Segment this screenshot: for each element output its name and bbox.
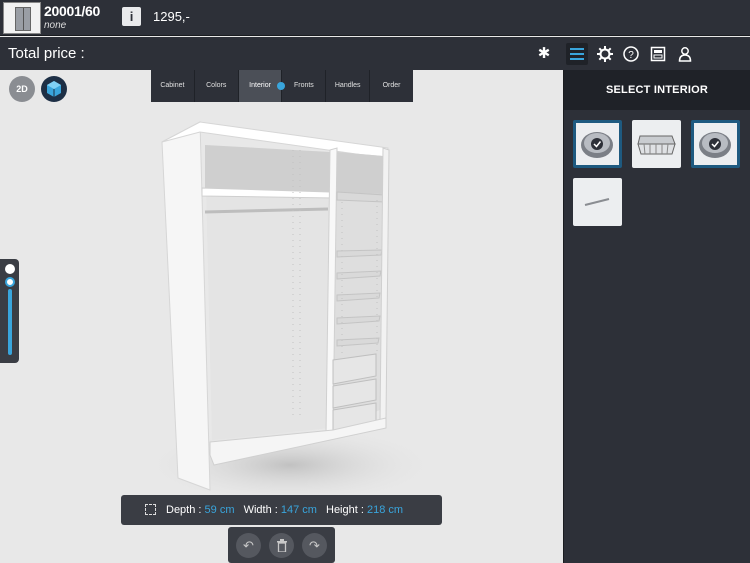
asterisk-icon[interactable]: ✱ bbox=[533, 43, 555, 65]
height-value[interactable]: 218 cm bbox=[367, 504, 403, 516]
print-icon[interactable] bbox=[647, 43, 669, 65]
width-label: Width : bbox=[243, 504, 278, 516]
interior-item-2[interactable] bbox=[632, 120, 681, 168]
play-icon[interactable] bbox=[5, 264, 15, 274]
depth-label: Depth : bbox=[166, 504, 202, 516]
slider-handle[interactable] bbox=[5, 277, 15, 287]
width-value[interactable]: 147 cm bbox=[281, 504, 317, 516]
gear-icon[interactable] bbox=[594, 43, 616, 65]
slider-track bbox=[8, 289, 12, 355]
top-bar: 20001/60 none i 1295,- bbox=[0, 0, 750, 36]
redo-button[interactable]: ↷ bbox=[302, 533, 327, 558]
interior-item-3[interactable] bbox=[691, 120, 740, 168]
info-button[interactable]: i bbox=[122, 7, 141, 26]
list-icon[interactable] bbox=[566, 43, 588, 65]
user-icon[interactable] bbox=[674, 43, 696, 65]
price-value: 1295,- bbox=[153, 9, 190, 24]
article-number: 20001/60 bbox=[44, 3, 100, 19]
dimension-icon bbox=[145, 504, 156, 515]
help-icon[interactable]: ? bbox=[620, 43, 642, 65]
delete-button[interactable] bbox=[269, 533, 294, 558]
3d-viewport[interactable]: 2D Cabinet Colors Interior Fronts Handles Ord… bbox=[0, 70, 563, 563]
article-subtitle: none bbox=[44, 20, 67, 31]
wardrobe-model[interactable] bbox=[0, 70, 563, 563]
toolbar: Total price : ✱ ? bbox=[0, 37, 750, 70]
svg-text:?: ? bbox=[628, 50, 634, 61]
interior-item-4[interactable] bbox=[573, 178, 622, 226]
height-label: Height : bbox=[326, 504, 364, 516]
undo-button[interactable]: ↶ bbox=[236, 533, 261, 558]
dimensions-bar: Depth : 59 cm Width : 147 cm Height : 21… bbox=[121, 495, 442, 525]
edit-actions: ↶ ↷ bbox=[228, 527, 335, 563]
interior-item-1[interactable] bbox=[573, 120, 622, 168]
zoom-slider[interactable] bbox=[0, 259, 19, 363]
depth-value[interactable]: 59 cm bbox=[205, 504, 235, 516]
product-thumbnail[interactable] bbox=[3, 2, 41, 34]
panel-title: SELECT INTERIOR bbox=[564, 70, 750, 110]
interior-panel: SELECT INTERIOR bbox=[563, 70, 750, 563]
total-price-label: Total price : bbox=[8, 45, 85, 62]
